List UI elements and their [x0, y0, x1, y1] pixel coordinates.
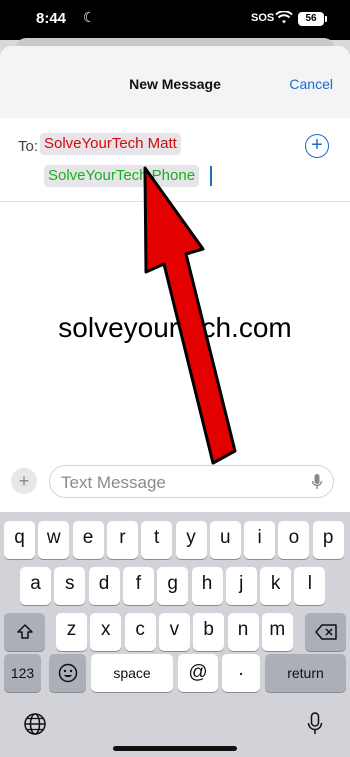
key-label: f — [135, 573, 142, 594]
key-label: g — [167, 573, 178, 594]
key-o[interactable]: o — [278, 521, 310, 559]
globe-icon[interactable] — [23, 712, 47, 736]
home-indicator — [113, 746, 237, 751]
return-key-label: return — [287, 665, 324, 681]
key-label: l — [307, 573, 312, 594]
key-label: d — [98, 573, 110, 594]
key-k[interactable]: k — [260, 567, 292, 605]
recipient-chip[interactable]: SolveYourTech Matt — [40, 133, 181, 155]
key-u[interactable]: u — [209, 521, 241, 559]
key-d[interactable]: d — [88, 567, 120, 605]
status-bar: 8:44 ☾ SOS 56 — [0, 0, 350, 40]
key-label: s — [65, 573, 75, 594]
key-label: w — [46, 527, 61, 548]
key-z[interactable]: z — [56, 613, 87, 651]
to-label: To: — [18, 138, 39, 155]
key-a[interactable]: a — [20, 567, 51, 605]
key-t[interactable]: t — [141, 521, 173, 559]
at-key-label: @ — [188, 662, 208, 683]
cancel-button[interactable]: Cancel — [289, 76, 333, 92]
key-j[interactable]: j — [225, 567, 257, 605]
moon-icon: ☾ — [83, 9, 96, 25]
nav-bar: New Message Cancel — [0, 46, 350, 118]
key-label: e — [82, 527, 94, 548]
key-i[interactable]: i — [244, 521, 276, 559]
key-s[interactable]: s — [54, 567, 86, 605]
keyboard: qwe r t y u i o p a s d f g h j k l z x c v b nm 123 space @… — [0, 512, 350, 757]
delete-key[interactable] — [305, 613, 346, 651]
key-n[interactable]: n — [227, 613, 259, 651]
recipient-chip[interactable]: SolveYourTech Phone — [44, 165, 200, 187]
key-label: k — [270, 573, 281, 594]
numbers-key[interactable]: 123 — [4, 654, 41, 692]
key-label: v — [169, 619, 180, 640]
key-label: p — [322, 527, 334, 548]
key-h[interactable]: h — [191, 567, 223, 605]
key-q[interactable]: q — [4, 521, 35, 559]
key-label: n — [237, 619, 249, 640]
key-p[interactable]: p — [312, 521, 344, 559]
key-r[interactable]: r — [106, 521, 138, 559]
watermark: solveyourtech.com — [58, 312, 292, 343]
sos-indicator: SOS — [251, 12, 275, 24]
key-x[interactable]: x — [90, 613, 122, 651]
key-label: j — [239, 573, 244, 594]
return-key[interactable]: return — [265, 654, 346, 692]
battery-tip — [325, 16, 327, 22]
divider — [0, 201, 350, 202]
key-label: x — [101, 619, 111, 640]
message-composer: + Text Message — [0, 460, 350, 512]
space-key-label: space — [113, 665, 151, 681]
key-f[interactable]: f — [122, 567, 154, 605]
key-label: u — [220, 527, 231, 548]
key-m[interactable]: m — [261, 613, 293, 651]
key-label: a — [30, 573, 41, 594]
key-b[interactable]: b — [193, 613, 225, 651]
dot-key[interactable]: . — [222, 654, 260, 692]
message-placeholder: Text Message — [61, 473, 166, 492]
key-e[interactable]: e — [72, 521, 104, 559]
key-label: h — [201, 573, 213, 594]
add-attachment-button[interactable]: + — [11, 468, 37, 494]
space-key[interactable]: space — [91, 654, 173, 692]
shift-key[interactable] — [4, 613, 45, 651]
text-cursor — [210, 166, 212, 186]
key-label: m — [269, 619, 286, 640]
add-contact-button[interactable]: + — [305, 134, 329, 158]
wifi-icon — [275, 11, 293, 24]
key-label: y — [186, 527, 196, 548]
key-label: o — [288, 527, 300, 548]
key-c[interactable]: c — [124, 613, 156, 651]
numbers-key-label: 123 — [10, 665, 35, 681]
key-label: i — [257, 527, 262, 548]
key-label: q — [14, 527, 25, 548]
status-time: 8:44 — [36, 10, 67, 27]
battery-indicator: 56 — [298, 12, 324, 26]
message-input[interactable]: Text Message — [49, 465, 334, 498]
key-g[interactable]: g — [157, 567, 189, 605]
key-w[interactable]: w — [38, 521, 70, 559]
dot-key-label: . — [238, 659, 244, 680]
at-key[interactable]: @ — [178, 654, 218, 692]
key-y[interactable]: y — [175, 521, 207, 559]
key-label: c — [135, 619, 145, 640]
delete-icon — [314, 624, 337, 640]
key-l[interactable]: l — [294, 567, 326, 605]
key-label: z — [66, 619, 77, 640]
emoji-icon — [58, 663, 77, 683]
key-label: b — [203, 619, 214, 640]
microphone-icon[interactable] — [307, 712, 323, 736]
key-label: t — [154, 527, 160, 548]
shift-icon — [16, 624, 33, 639]
emoji-key[interactable] — [49, 654, 86, 692]
key-label: r — [119, 527, 126, 548]
key-v[interactable]: v — [158, 613, 190, 651]
dictation-icon[interactable] — [311, 473, 323, 491]
